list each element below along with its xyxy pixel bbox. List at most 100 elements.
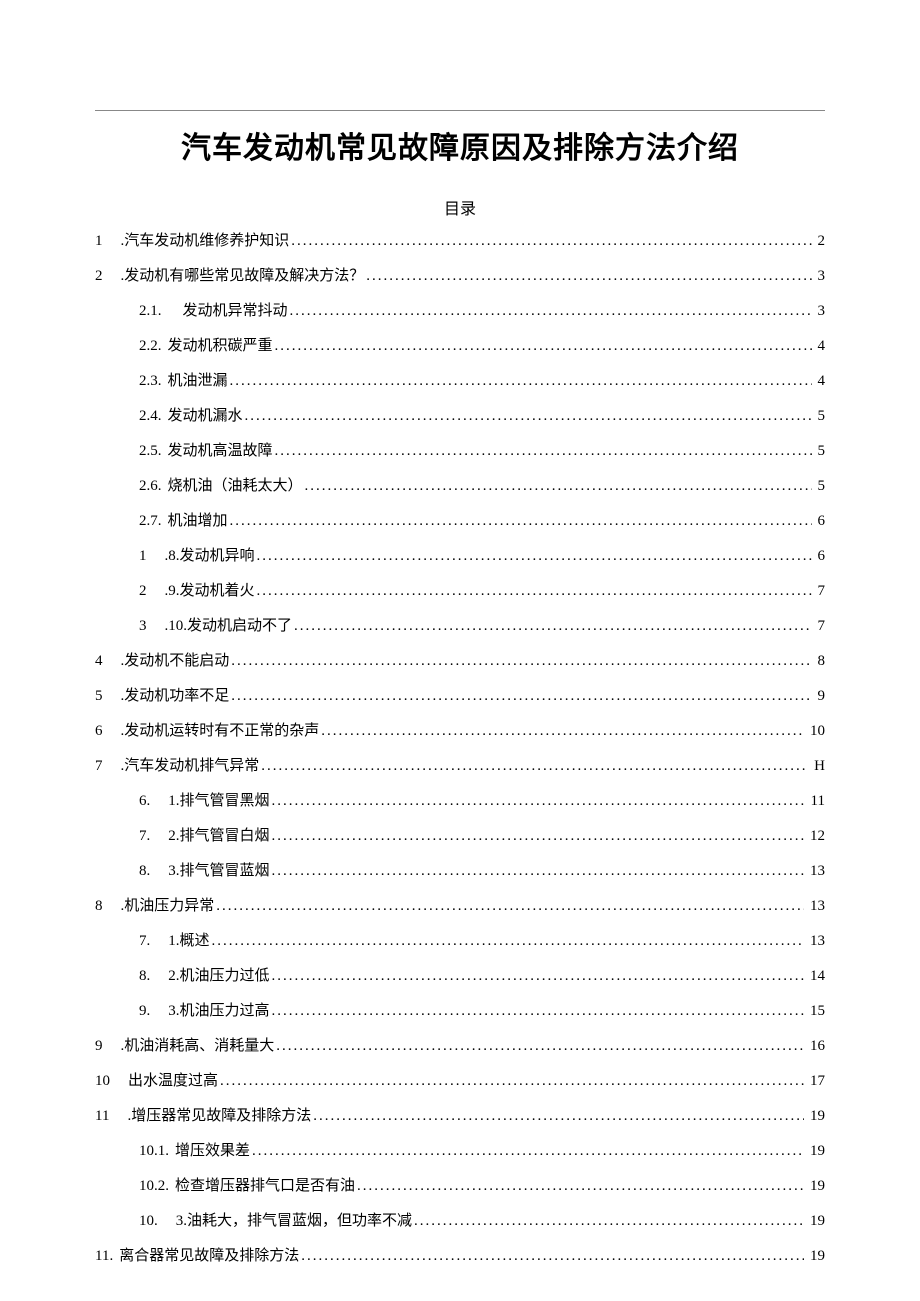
toc-entry[interactable]: 2.发动机有哪些常见故障及解决方法？3 [95, 264, 825, 288]
toc-entry-page: 7 [814, 614, 826, 638]
toc-entry[interactable]: 11.离合器常见故障及排除方法19 [95, 1244, 825, 1268]
toc-entry[interactable]: 8 .机油压力异常 13 [95, 894, 825, 918]
toc-entry[interactable]: 9.3.机油压力过高15 [95, 999, 825, 1023]
toc-leader-dots [231, 684, 811, 708]
toc-leader-dots [216, 894, 804, 918]
toc-leader-dots [231, 649, 811, 673]
toc-entry-number: 2 [139, 579, 153, 603]
toc-entry-label: 发动机异常抖动 [168, 299, 288, 323]
toc-entry[interactable]: 2.2.发动机积碳严重4 [95, 334, 825, 358]
toc-entry-number: 2.5. [139, 439, 168, 463]
toc-leader-dots [245, 404, 812, 428]
toc-entry-number: 2.1. [139, 299, 168, 323]
toc-entry-page: 4 [814, 369, 826, 393]
toc-entry[interactable]: 9.机油消耗高、消耗量大16 [95, 1034, 825, 1058]
toc-entry[interactable]: 2.3.机油泄漏4 [95, 369, 825, 393]
toc-entry-number: 5 [95, 684, 109, 708]
toc-entry-label: 3.排气管冒蓝烟 [168, 859, 269, 883]
toc-entry[interactable]: 6.1.排气管冒黑烟11 [95, 789, 825, 813]
toc-entry-page: 5 [814, 404, 826, 428]
toc-entry-label: 1.排气管冒黑烟 [168, 789, 269, 813]
toc-entry-page: 13 [806, 894, 825, 918]
toc-entry-number: 8 [95, 894, 109, 918]
toc-entry-number: 3 [139, 614, 153, 638]
toc-entry-page: 5 [814, 474, 826, 498]
toc-entry-number: 2.4. [139, 404, 168, 428]
toc-leader-dots [230, 509, 812, 533]
toc-entry-label: 2.机油压力过低 [168, 964, 269, 988]
toc-leader-dots [261, 754, 808, 778]
toc-leader-dots [272, 859, 804, 883]
toc-entry-label: 检查增压器排气口是否有油 [175, 1174, 355, 1198]
toc-leader-dots [257, 544, 812, 568]
toc-entry[interactable]: 8.3.排气管冒蓝烟13 [95, 859, 825, 883]
toc-heading: 目录 [95, 195, 825, 219]
toc-entry-page: 19 [806, 1104, 825, 1128]
toc-leader-dots [313, 1104, 804, 1128]
toc-entry-label: .汽车发动机排气异常 [121, 754, 260, 778]
toc-entry-label: .汽车发动机维修养护知识 [121, 229, 290, 253]
toc-entry[interactable]: 11.增压器常见故障及排除方法19 [95, 1104, 825, 1128]
toc-leader-dots [291, 229, 811, 253]
toc-entry[interactable]: 6 .发动机运转时有不正常的杂声 10 [95, 719, 825, 743]
toc-leader-dots [257, 579, 812, 603]
toc-entry-page: 12 [806, 824, 825, 848]
toc-entry-page: 11 [807, 789, 825, 813]
horizontal-rule [95, 110, 825, 111]
toc-entry-page: 4 [814, 334, 826, 358]
toc-leader-dots [321, 719, 804, 743]
toc-entry-number: 2.7. [139, 509, 168, 533]
toc-entry-number: 6 [95, 719, 109, 743]
toc-entry-label: 离合器常见故障及排除方法 [119, 1244, 299, 1268]
toc-entry[interactable]: 2.7.机油增加 6 [95, 509, 825, 533]
toc-entry-number: 10.2. [139, 1174, 175, 1198]
toc-leader-dots [414, 1209, 804, 1233]
toc-entry[interactable]: 1.汽车发动机维修养护知识2 [95, 229, 825, 253]
toc-entry[interactable]: 3 .10.发动机启动不了 7 [95, 614, 825, 638]
toc-entry-label: 1.概述 [168, 929, 209, 953]
toc-entry-page: 2 [814, 229, 826, 253]
toc-entry[interactable]: 2.5.发动机高温故障5 [95, 439, 825, 463]
toc-leader-dots [272, 789, 805, 813]
toc-entry-page: 10 [806, 719, 825, 743]
toc-entry-label: 发动机高温故障 [168, 439, 273, 463]
table-of-contents: 1.汽车发动机维修养护知识22.发动机有哪些常见故障及解决方法？32.1. 发动… [95, 229, 825, 1268]
toc-entry-page: 16 [806, 1034, 825, 1058]
toc-leader-dots [366, 264, 811, 288]
toc-leader-dots [276, 1034, 804, 1058]
toc-entry[interactable]: 2.1. 发动机异常抖动3 [95, 299, 825, 323]
toc-leader-dots [220, 1069, 804, 1093]
toc-entry[interactable]: 2.9.发动机着火7 [95, 579, 825, 603]
toc-entry[interactable]: 1.8.发动机异响6 [95, 544, 825, 568]
toc-entry-label: 机油增加 [168, 509, 228, 533]
toc-entry[interactable]: 10.2.检查增压器排气口是否有油19 [95, 1174, 825, 1198]
toc-entry[interactable]: 10.3.油耗大，排气冒蓝烟，但功率不减19 [95, 1209, 825, 1233]
toc-entry-number: 2.6. [139, 474, 168, 498]
toc-entry[interactable]: 5.发动机功率不足9 [95, 684, 825, 708]
toc-entry[interactable]: 2.4.发动机漏水5 [95, 404, 825, 428]
toc-entry-label: 2.排气管冒白烟 [168, 824, 269, 848]
toc-entry[interactable]: 2.6.烧机油（油耗太大） 5 [95, 474, 825, 498]
toc-entry[interactable]: 8.2.机油压力过低14 [95, 964, 825, 988]
toc-entry-number: 7. [139, 824, 156, 848]
toc-leader-dots [290, 299, 812, 323]
toc-entry-page: 14 [806, 964, 825, 988]
toc-entry-label: 3.油耗大，排气冒蓝烟，但功率不减 [176, 1209, 412, 1233]
toc-entry-label: .10.发动机启动不了 [165, 614, 293, 638]
toc-entry-page: 19 [806, 1139, 825, 1163]
toc-leader-dots [305, 474, 812, 498]
toc-entry-page: 6 [814, 509, 826, 533]
document-title: 汽车发动机常见故障原因及排除方法介绍 [95, 123, 825, 167]
toc-entry-number: 4 [95, 649, 109, 673]
toc-entry[interactable]: 7. 2.排气管冒白烟 12 [95, 824, 825, 848]
toc-entry-page: 6 [814, 544, 826, 568]
toc-entry-label: .发动机运转时有不正常的杂声 [121, 719, 320, 743]
toc-entry[interactable]: 7.1.概述13 [95, 929, 825, 953]
toc-entry[interactable]: 10.1.增压效果差19 [95, 1139, 825, 1163]
toc-entry[interactable]: 10出水温度过高17 [95, 1069, 825, 1093]
toc-entry[interactable]: 7.汽车发动机排气异常H [95, 754, 825, 778]
toc-entry-page: 13 [806, 859, 825, 883]
toc-entry-label: 烧机油（油耗太大） [168, 474, 303, 498]
toc-entry-label: .机油压力异常 [121, 894, 215, 918]
toc-entry[interactable]: 4.发动机不能启动8 [95, 649, 825, 673]
